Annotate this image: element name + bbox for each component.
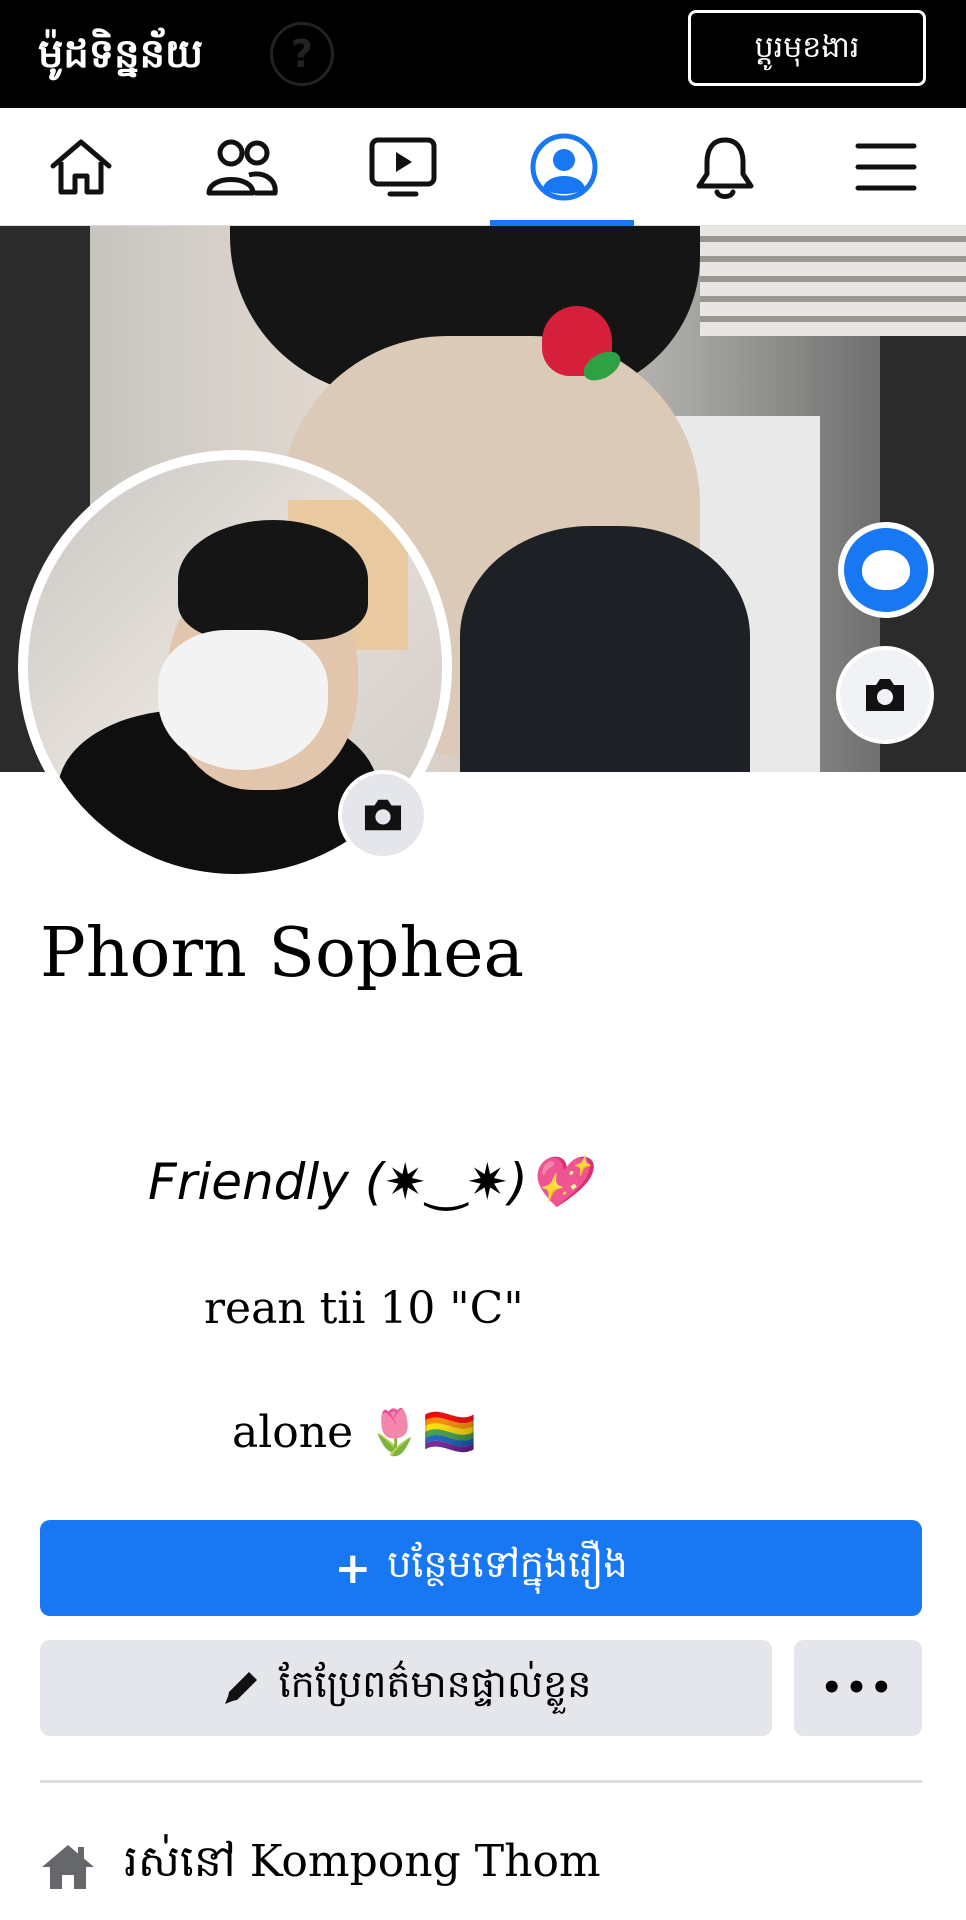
nav-home[interactable] (0, 108, 161, 226)
watch-icon (369, 137, 436, 197)
cover-wall-pattern (700, 226, 966, 336)
camera-icon (866, 679, 904, 711)
lives-in-row: រស់នៅ Kompong Thom (40, 1836, 601, 1896)
more-options-button[interactable]: ••• (794, 1640, 922, 1736)
profile-name: Phorn Sophea (40, 914, 525, 993)
avatar-hair (178, 520, 368, 640)
lives-in-text: រស់នៅ Kompong Thom (124, 1836, 601, 1887)
add-to-story-button[interactable]: + បន្ថែមទៅក្នុងរឿង (40, 1520, 922, 1616)
notifications-icon (696, 137, 753, 199)
nav-profile[interactable] (483, 108, 644, 226)
nav-menu[interactable] (805, 108, 966, 226)
camera-icon (364, 799, 402, 831)
switch-mode-button[interactable]: ប្ដូរមុខងារ (688, 10, 926, 86)
nav-friends[interactable] (161, 108, 322, 226)
nav-notifications[interactable] (644, 108, 805, 226)
edit-profile-button[interactable]: កែប្រែពត៌មានផ្ទាល់ខ្លួន (40, 1640, 772, 1736)
plus-icon: + (334, 1542, 372, 1594)
nav-watch[interactable] (322, 108, 483, 226)
home-icon (50, 139, 111, 195)
add-to-story-label: បន្ថែមទៅក្នុងរឿង (387, 1542, 628, 1586)
help-icon[interactable]: ? (270, 22, 334, 86)
nav-bar (0, 108, 966, 226)
bio-line-3: alone 🌷🏳️‍🌈 (232, 1407, 477, 1458)
bio-line-1: Friendly (✷‿✷)💖 (148, 1153, 591, 1211)
cover-mask (460, 526, 750, 772)
bio-line-2: rean tii 10 "C" (204, 1283, 524, 1334)
avatar-camera-button[interactable] (338, 770, 428, 860)
profile-icon (530, 133, 597, 201)
pencil-icon (224, 1672, 257, 1704)
divider (40, 1780, 922, 1783)
data-mode-label: ម៉ូដទិន្នន័យ (38, 31, 204, 77)
cover-camera-button[interactable] (836, 646, 934, 744)
house-icon (42, 1845, 94, 1889)
story-icon (862, 550, 910, 590)
avatar-mask (158, 630, 328, 770)
top-bar: ម៉ូដទិន្នន័យ ? ប្ដូរមុខងារ (0, 0, 966, 108)
friends-icon (206, 139, 278, 196)
menu-icon (855, 143, 916, 191)
story-button[interactable] (838, 522, 934, 618)
edit-profile-label: កែប្រែពត៌មានផ្ទាល់ខ្លួន (278, 1662, 592, 1706)
